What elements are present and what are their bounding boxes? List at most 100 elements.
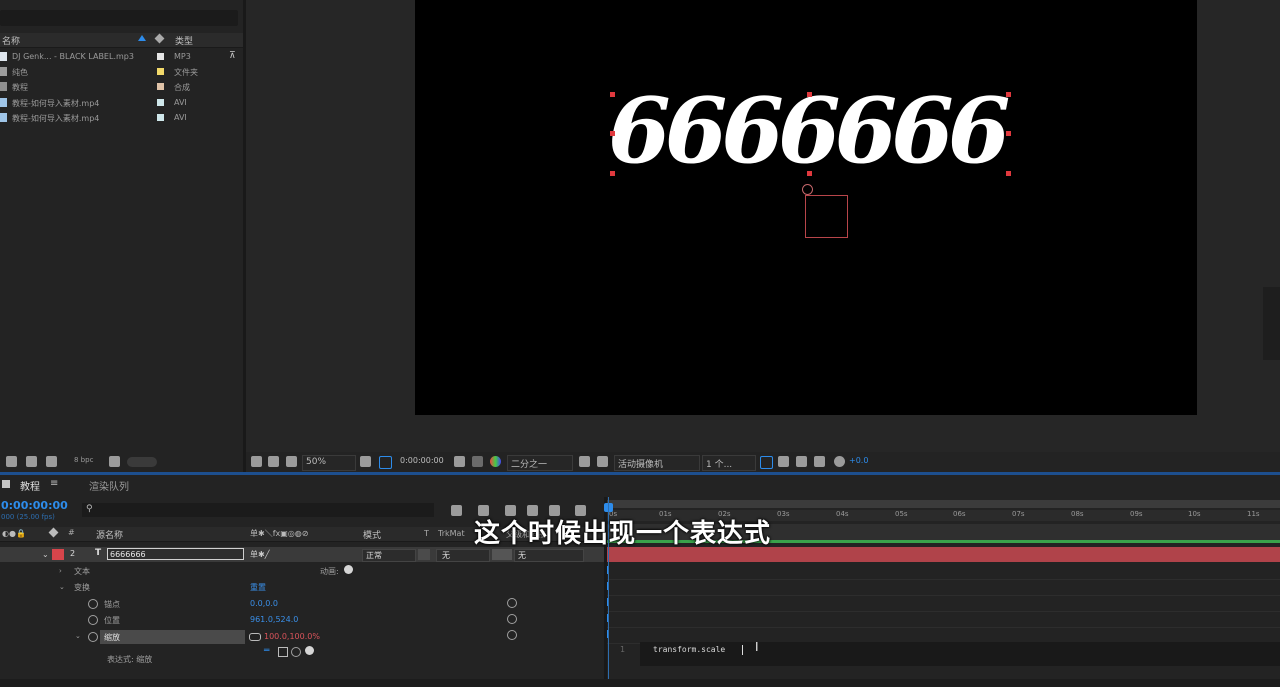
ruler-tick: 06s (953, 510, 966, 518)
transform-property-group[interactable]: 变换 (74, 582, 90, 593)
switches-column-icons[interactable]: 单✱＼fx▣◎◍⊘ (250, 528, 308, 539)
stopwatch-icon[interactable] (88, 632, 98, 642)
trkmat-column[interactable]: TrkMat (438, 529, 465, 538)
new-folder-icon[interactable] (6, 456, 17, 467)
bbox-handle[interactable] (807, 171, 812, 176)
trkmat-dropdown[interactable]: 无 (436, 549, 490, 562)
new-composition-icon[interactable] (26, 456, 37, 467)
project-item[interactable]: 教程 合成 (0, 79, 243, 94)
spiral-icon[interactable] (507, 614, 517, 624)
preserve-transparency-toggle[interactable] (418, 549, 430, 560)
anchor-point-icon[interactable] (802, 184, 813, 195)
label-column-icon[interactable] (48, 527, 59, 538)
stopwatch-icon[interactable] (88, 599, 98, 609)
fast-previews-icon[interactable] (579, 456, 590, 467)
position-value[interactable]: 961.0,524.0 (250, 615, 298, 624)
bbox-handle[interactable] (807, 92, 812, 97)
flowchart-icon[interactable] (796, 456, 807, 467)
expression-language-menu-icon[interactable] (305, 646, 314, 655)
work-area-bar[interactable] (607, 500, 1280, 508)
reset-link[interactable]: 重置 (250, 582, 266, 593)
tab-composition[interactable]: 教程 (20, 478, 40, 493)
camera-dropdown[interactable]: 活动摄像机 (614, 455, 700, 471)
views-dropdown[interactable]: 1 个... (702, 455, 756, 471)
stopwatch-icon[interactable] (88, 615, 98, 625)
project-item[interactable]: DJ Genk... - BLACK LABEL.mp3 MP3 ⊼ (0, 49, 243, 64)
exposure-reset-icon[interactable] (834, 456, 845, 467)
spiral-icon[interactable] (507, 630, 517, 640)
region-of-interest-icon[interactable] (379, 456, 392, 469)
project-item[interactable]: 教程-如何导入素材.mp4 AVI (0, 95, 243, 110)
exposure-value[interactable]: +0.0 (849, 456, 868, 465)
dependency-icon[interactable]: ⊼ (229, 51, 236, 61)
text-property-group[interactable]: 文本 (74, 566, 90, 577)
chevron-down-icon[interactable]: ⌄ (75, 632, 81, 640)
label-swatch[interactable] (157, 83, 164, 90)
index-column-label[interactable]: # (68, 528, 75, 537)
comp-mini-flowchart-icon[interactable] (451, 505, 462, 516)
snapshot-toggle-icon[interactable] (251, 456, 262, 467)
tab-menu-icon[interactable]: ≡ (50, 478, 58, 489)
resolution-dropdown[interactable]: 二分之一 (507, 455, 573, 471)
anchor-point-value[interactable]: 0.0,0.0 (250, 599, 278, 608)
expression-editor[interactable] (640, 642, 1280, 666)
sort-ascending-icon[interactable] (138, 35, 146, 41)
bpc-label[interactable]: 8 bpc (74, 456, 93, 464)
mode-column[interactable]: 模式 (363, 528, 381, 541)
layer-label-color[interactable] (52, 549, 64, 560)
project-item[interactable]: 教程-如何导入素材.mp4 AVI (0, 110, 243, 125)
bbox-handle[interactable] (610, 92, 615, 97)
bbox-handle[interactable] (1006, 171, 1011, 176)
scale-value[interactable]: 100.0,100.0% (264, 632, 320, 641)
project-search-input[interactable] (0, 10, 238, 26)
expression-enable-icon[interactable]: ═ (264, 646, 269, 656)
viewer-timecode[interactable]: 0:00:00:00 (400, 456, 444, 465)
label-swatch[interactable] (157, 53, 164, 60)
network-icon[interactable] (814, 456, 825, 467)
timeline-timecode[interactable]: 0:00:00:00 (1, 499, 68, 512)
label-swatch[interactable] (157, 68, 164, 75)
bbox-handle[interactable] (610, 171, 615, 176)
show-snapshot-icon[interactable] (472, 456, 483, 467)
3d-draft-icon[interactable] (778, 456, 789, 467)
layer-switches[interactable]: 单✱╱ (250, 549, 270, 560)
column-name-label[interactable]: 名称 (2, 34, 20, 47)
expression-line-number: 1 (620, 645, 626, 654)
parent-dropdown[interactable]: 无 (514, 549, 584, 562)
collapsed-panel-tab[interactable] (1263, 287, 1280, 360)
fit-icon[interactable] (360, 456, 371, 467)
transparency-grid-icon[interactable] (597, 456, 608, 467)
label-swatch[interactable] (157, 99, 164, 106)
layer-search-input[interactable]: ⚲ (82, 503, 434, 517)
spiral-icon[interactable] (507, 598, 517, 608)
color-channels-icon[interactable] (490, 456, 501, 467)
bbox-handle[interactable] (1006, 92, 1011, 97)
expression-pickwhip-icon[interactable] (291, 647, 301, 657)
interpret-footage-icon[interactable] (46, 456, 57, 467)
toggle-pixel-aspect-icon[interactable] (760, 456, 773, 469)
pick-whip-icon[interactable] (492, 549, 512, 560)
trash-icon[interactable] (109, 456, 120, 467)
chevron-down-icon[interactable]: ⌄ (42, 550, 49, 559)
expression-graph-icon[interactable] (278, 647, 288, 657)
chevron-down-icon[interactable]: ⌄ (59, 583, 65, 591)
tab-render-queue[interactable]: 渲染队列 (89, 478, 129, 493)
blend-mode-dropdown[interactable]: 正常 (362, 549, 416, 562)
camera-snapshot-icon[interactable] (454, 456, 465, 467)
display-icon[interactable] (268, 456, 279, 467)
bbox-handle[interactable] (1006, 131, 1011, 136)
zoom-dropdown[interactable]: 50% (302, 455, 356, 471)
label-swatch[interactable] (157, 114, 164, 121)
constrain-proportions-icon[interactable] (249, 633, 261, 641)
thumbnail-slider[interactable] (127, 457, 157, 467)
chevron-right-icon[interactable]: › (59, 567, 62, 575)
source-name-column[interactable]: 源名称 (96, 528, 123, 541)
bbox-handle[interactable] (610, 131, 615, 136)
t-column[interactable]: T (424, 529, 429, 538)
expression-text[interactable]: transform.scale (653, 645, 725, 654)
project-item[interactable]: 纯色 文件夹 (0, 64, 243, 79)
mask-icon[interactable] (286, 456, 297, 467)
column-type-label[interactable]: 类型 (175, 34, 193, 47)
animate-menu-icon[interactable] (344, 565, 353, 574)
layer-name-field[interactable]: 6666666 (107, 548, 244, 560)
